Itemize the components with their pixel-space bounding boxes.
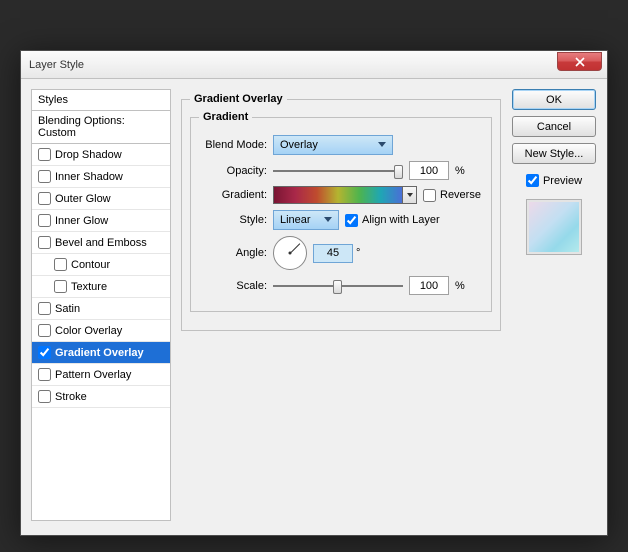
style-item-drop-shadow[interactable]: Drop Shadow bbox=[32, 144, 170, 166]
style-checkbox[interactable] bbox=[38, 236, 51, 249]
opacity-input[interactable] bbox=[409, 161, 449, 180]
align-label: Align with Layer bbox=[362, 214, 440, 226]
dialog-title: Layer Style bbox=[29, 59, 84, 71]
scale-label: Scale: bbox=[199, 280, 273, 292]
style-label: Bevel and Emboss bbox=[55, 237, 147, 249]
close-button[interactable] bbox=[557, 52, 602, 71]
style-label: Inner Shadow bbox=[55, 171, 123, 183]
gradient-overlay-group: Gradient Overlay Gradient Blend Mode: Ov… bbox=[181, 93, 501, 331]
align-checkbox-wrap[interactable]: Align with Layer bbox=[345, 214, 440, 227]
scale-input[interactable] bbox=[409, 276, 449, 295]
gradient-swatch[interactable] bbox=[273, 186, 403, 204]
align-checkbox[interactable] bbox=[345, 214, 358, 227]
preview-checkbox-wrap[interactable]: Preview bbox=[526, 174, 582, 187]
opacity-label: Opacity: bbox=[199, 165, 273, 177]
chevron-down-icon bbox=[378, 142, 386, 147]
style-item-inner-glow[interactable]: Inner Glow bbox=[32, 210, 170, 232]
style-item-satin[interactable]: Satin bbox=[32, 298, 170, 320]
gradient-group: Gradient Blend Mode: Overlay Opacity: bbox=[190, 111, 492, 312]
new-style-button[interactable]: New Style... bbox=[512, 143, 596, 164]
style-checkbox[interactable] bbox=[38, 324, 51, 337]
gradient-subtitle: Gradient bbox=[199, 111, 252, 123]
style-item-contour[interactable]: Contour bbox=[32, 254, 170, 276]
preview-swatch bbox=[526, 199, 582, 255]
slider-thumb[interactable] bbox=[394, 165, 403, 179]
gradient-label: Gradient: bbox=[199, 189, 273, 201]
style-label: Pattern Overlay bbox=[55, 369, 131, 381]
scale-slider[interactable] bbox=[273, 278, 403, 294]
blend-mode-label: Blend Mode: bbox=[199, 139, 273, 151]
styles-header[interactable]: Styles bbox=[32, 90, 170, 111]
opacity-unit: % bbox=[455, 165, 465, 177]
style-label: Texture bbox=[71, 281, 107, 293]
reverse-checkbox[interactable] bbox=[423, 189, 436, 202]
style-item-inner-shadow[interactable]: Inner Shadow bbox=[32, 166, 170, 188]
preview-label: Preview bbox=[543, 175, 582, 187]
titlebar: Layer Style bbox=[21, 51, 607, 79]
reverse-checkbox-wrap[interactable]: Reverse bbox=[423, 189, 481, 202]
settings-panel: Gradient Overlay Gradient Blend Mode: Ov… bbox=[179, 89, 503, 521]
style-checkbox[interactable] bbox=[38, 170, 51, 183]
style-label: Stroke bbox=[55, 391, 87, 403]
style-label: Style: bbox=[199, 214, 273, 226]
ok-button[interactable]: OK bbox=[512, 89, 596, 110]
style-label: Satin bbox=[55, 303, 80, 315]
style-label: Contour bbox=[71, 259, 110, 271]
style-checkbox[interactable] bbox=[54, 280, 67, 293]
scale-unit: % bbox=[455, 280, 465, 292]
style-checkbox[interactable] bbox=[38, 368, 51, 381]
style-checkbox[interactable] bbox=[54, 258, 67, 271]
angle-dial[interactable] bbox=[273, 236, 307, 270]
style-item-color-overlay[interactable]: Color Overlay bbox=[32, 320, 170, 342]
preview-checkbox[interactable] bbox=[526, 174, 539, 187]
chevron-down-icon bbox=[324, 217, 332, 222]
close-icon bbox=[575, 57, 585, 67]
style-label: Inner Glow bbox=[55, 215, 108, 227]
style-label: Color Overlay bbox=[55, 325, 122, 337]
style-checkbox[interactable] bbox=[38, 346, 51, 359]
style-label: Drop Shadow bbox=[55, 149, 122, 161]
style-checkbox[interactable] bbox=[38, 192, 51, 205]
angle-label: Angle: bbox=[199, 247, 273, 259]
style-checkbox[interactable] bbox=[38, 148, 51, 161]
styles-panel: Styles Blending Options: Custom Drop Sha… bbox=[31, 89, 171, 521]
style-checkbox[interactable] bbox=[38, 302, 51, 315]
blending-options-row[interactable]: Blending Options: Custom bbox=[32, 111, 170, 144]
style-value: Linear bbox=[280, 214, 311, 226]
gradient-dropdown-arrow[interactable] bbox=[403, 186, 417, 204]
style-label: Gradient Overlay bbox=[55, 347, 144, 359]
style-item-pattern-overlay[interactable]: Pattern Overlay bbox=[32, 364, 170, 386]
style-item-outer-glow[interactable]: Outer Glow bbox=[32, 188, 170, 210]
style-checkbox[interactable] bbox=[38, 214, 51, 227]
style-item-gradient-overlay[interactable]: Gradient Overlay bbox=[32, 342, 170, 364]
reverse-label: Reverse bbox=[440, 189, 481, 201]
blend-mode-value: Overlay bbox=[280, 139, 318, 151]
slider-thumb[interactable] bbox=[333, 280, 342, 294]
style-item-bevel-and-emboss[interactable]: Bevel and Emboss bbox=[32, 232, 170, 254]
style-label: Outer Glow bbox=[55, 193, 111, 205]
style-item-texture[interactable]: Texture bbox=[32, 276, 170, 298]
blend-mode-dropdown[interactable]: Overlay bbox=[273, 135, 393, 155]
dialog-body: Styles Blending Options: Custom Drop Sha… bbox=[21, 79, 607, 535]
layer-style-dialog: Layer Style Styles Blending Options: Cus… bbox=[20, 50, 608, 536]
opacity-slider[interactable] bbox=[273, 163, 403, 179]
cancel-button[interactable]: Cancel bbox=[512, 116, 596, 137]
angle-input[interactable] bbox=[313, 244, 353, 263]
buttons-panel: OK Cancel New Style... Preview bbox=[511, 89, 597, 521]
style-checkbox[interactable] bbox=[38, 390, 51, 403]
angle-unit: ° bbox=[356, 247, 360, 259]
style-dropdown[interactable]: Linear bbox=[273, 210, 339, 230]
style-item-stroke[interactable]: Stroke bbox=[32, 386, 170, 408]
section-title: Gradient Overlay bbox=[190, 93, 287, 105]
